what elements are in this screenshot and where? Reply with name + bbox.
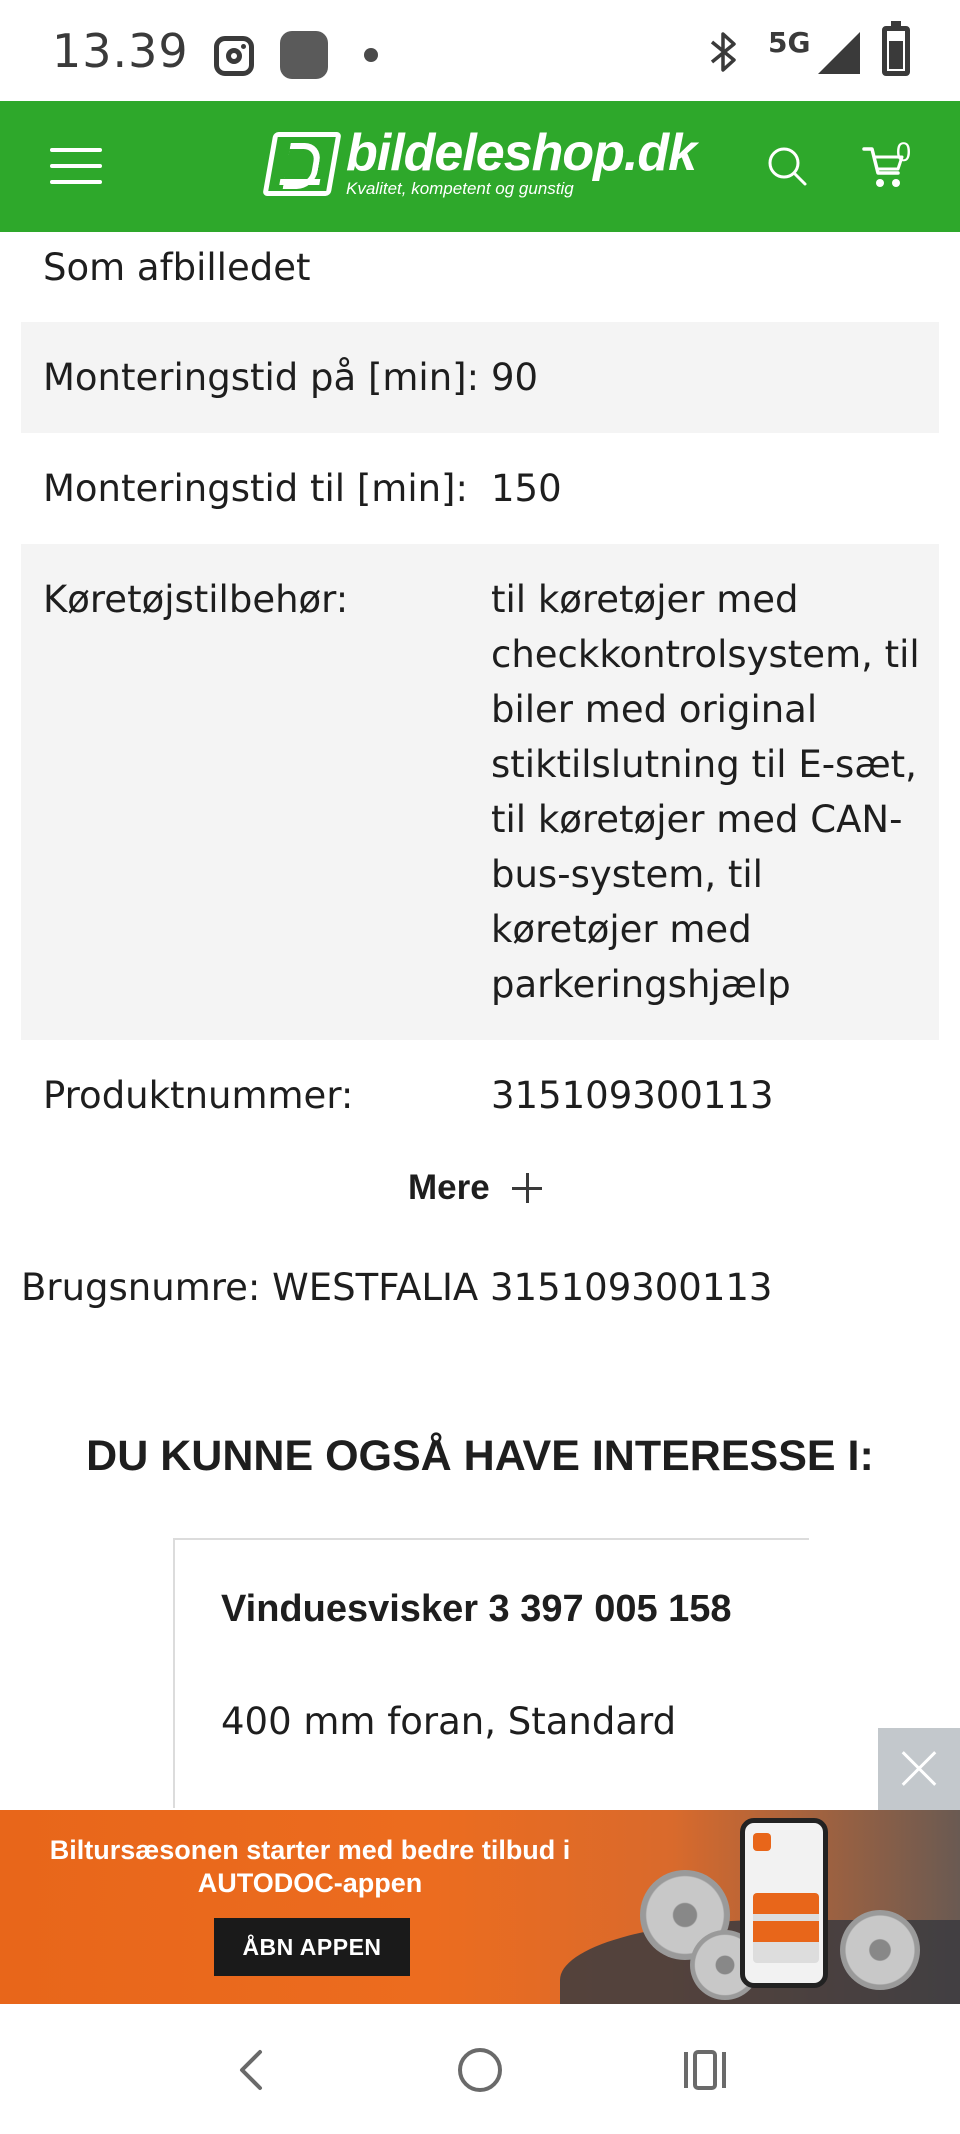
brand-name: bildeleshop.dk: [346, 124, 697, 182]
promo-text: Biltursæsonen starter med bedre tilbud i…: [49, 1835, 571, 1898]
app-icon: [280, 31, 328, 79]
spec-label: Monteringstid til [min]:: [43, 467, 468, 510]
app-promo-banner[interactable]: Biltursæsonen starter med bedre tilbud i…: [0, 1810, 960, 2004]
cart-count-badge: 0: [896, 137, 912, 167]
notification-dot-icon: [364, 48, 378, 62]
spec-row: Monteringstid på [min]: 90: [21, 322, 939, 433]
home-icon[interactable]: [458, 2048, 502, 2092]
battery-icon: [882, 21, 910, 76]
spec-value: 90: [491, 356, 539, 399]
spec-table: Monteringstid på [min]: 90 Monteringstid…: [21, 322, 939, 1151]
more-button[interactable]: Mere: [408, 1168, 542, 1208]
phone-mockup-icon: [740, 1818, 828, 1988]
spec-label: Produktnummer:: [43, 1074, 354, 1117]
spec-value: til køretøjer med checkkontrolsystem, ti…: [491, 578, 920, 1006]
spec-top-value: Som afbilledet: [43, 246, 311, 289]
bluetooth-icon: [706, 30, 742, 84]
brake-disc-icon: [840, 1910, 920, 1990]
status-bar: 13.39 5G: [0, 0, 960, 101]
menu-icon[interactable]: [50, 148, 102, 184]
spec-label: Køretøjstilbehør:: [43, 578, 349, 621]
instagram-icon: [214, 36, 254, 76]
spec-row: Produktnummer: 315109300113: [21, 1040, 939, 1151]
close-icon[interactable]: [878, 1728, 960, 1810]
signal-icon: [818, 32, 860, 74]
product-title[interactable]: Vinduesvisker 3 397 005 158: [221, 1588, 732, 1631]
product-description: 400 mm foran, Standard: [221, 1700, 677, 1743]
back-icon[interactable]: [232, 2048, 272, 2090]
recents-icon[interactable]: [682, 2050, 728, 2090]
brand-tagline: Kvalitet, kompetent og gunstig: [346, 179, 574, 198]
site-header: bildeleshop.dk Kvalitet, kompetent og gu…: [0, 101, 960, 232]
spec-value: 315109300113: [491, 1074, 774, 1117]
spec-label: Monteringstid på [min]:: [43, 356, 480, 399]
plus-icon: [511, 1173, 542, 1203]
product-card[interactable]: Vinduesvisker 3 397 005 158 400 mm foran…: [173, 1538, 809, 1808]
recommendations-heading: DU KUNNE OGSÅ HAVE INTERESSE I:: [86, 1432, 874, 1480]
logo-icon: [262, 132, 342, 196]
site-logo[interactable]: bildeleshop.dk Kvalitet, kompetent og gu…: [262, 124, 697, 207]
network-label: 5G: [768, 26, 811, 59]
search-icon[interactable]: [766, 145, 808, 187]
more-label: Mere: [408, 1168, 490, 1207]
spec-row: Køretøjstilbehør: til køretøjer med chec…: [21, 544, 939, 1040]
spec-value: 150: [491, 467, 562, 510]
usage-numbers: Brugsnumre: WESTFALIA 315109300113: [21, 1266, 773, 1309]
spec-row: Monteringstid til [min]: 150: [21, 433, 939, 544]
status-time: 13.39: [52, 24, 189, 78]
open-app-button[interactable]: ÅBN APPEN: [214, 1918, 410, 1976]
system-nav-bar: [0, 2004, 960, 2134]
